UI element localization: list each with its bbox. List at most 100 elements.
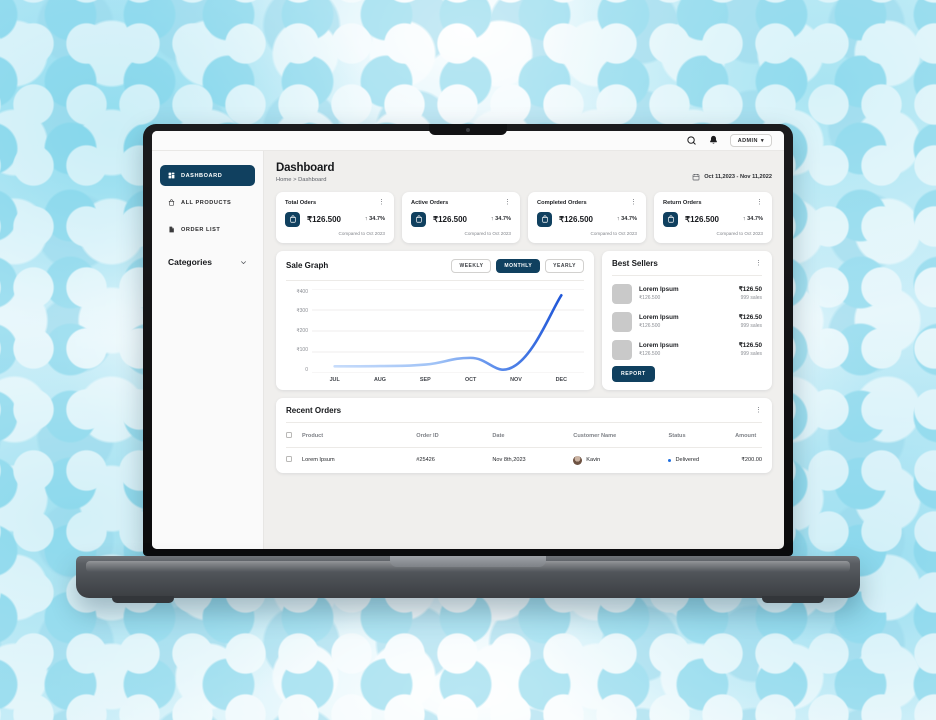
sidebar-item-label: ALL PRODUCTS: [181, 199, 232, 206]
product-amount: ₹126.50: [738, 342, 762, 349]
chart-x-axis: JUL AUG SEP OCT NOV DEC: [312, 377, 584, 383]
breadcrumb: Home > Dashboard: [276, 176, 327, 183]
product-totals: ₹126.50 999 sales: [739, 342, 762, 357]
tab-weekly[interactable]: WEEKLY: [451, 258, 492, 273]
tab-yearly[interactable]: YEARLY: [545, 258, 584, 273]
bag-icon: [411, 211, 426, 227]
stat-card-active-orders[interactable]: Active Orders ⋮ ₹126.500 ↑ 34.7% Compare…: [402, 191, 520, 243]
sidebar-item-dashboard[interactable]: DASHBOARD: [160, 165, 255, 186]
stat-card-header: Return Orders ⋮: [663, 199, 763, 206]
grid-icon: [168, 172, 175, 179]
sidebar: DASHBOARD ALL PRODUCTS ORDER LIST Catego…: [152, 151, 264, 549]
report-button[interactable]: REPORT: [612, 365, 655, 382]
bag-icon: [663, 211, 678, 227]
stat-card-body: ₹126.500 ↑ 34.7%: [285, 211, 385, 227]
tab-monthly[interactable]: MONTHLY: [496, 258, 541, 273]
stat-card-return-orders[interactable]: Return Orders ⋮ ₹126.500 ↑ 34.7% Compare…: [654, 191, 772, 243]
best-sellers-card: Best Sellers ⋮ Lorem Ipsum ₹126.500 ₹126…: [602, 250, 772, 390]
stat-card-total-orders[interactable]: Total Oders ⋮ ₹126.500 ↑ 34.7% Compared …: [276, 191, 394, 243]
y-tick-label: ₹400: [296, 288, 308, 295]
search-icon[interactable]: [686, 135, 697, 146]
more-options-icon[interactable]: ⋮: [378, 199, 385, 206]
column-header-customer: Customer Name: [573, 424, 669, 448]
stat-card-body: ₹126.500 ↑ 34.7%: [411, 211, 511, 227]
column-header-amount: Amount: [735, 424, 762, 448]
column-header-date: Date: [492, 424, 574, 448]
cell-status: Delivered: [668, 447, 735, 473]
chart-y-axis: ₹400 ₹300 ₹200 ₹100 0: [286, 289, 312, 373]
document-icon: [168, 226, 175, 233]
chevron-down-icon: [240, 259, 247, 266]
bag-icon: [285, 211, 300, 227]
admin-menu-button[interactable]: ADMIN ▾: [729, 134, 772, 147]
table-header-row: Product Order ID Date Customer Name Stat…: [286, 424, 762, 448]
product-info: Lorem Ipsum ₹126.500: [639, 342, 732, 357]
stat-card-header: Active Orders ⋮: [411, 199, 511, 206]
stat-delta: ↑ 34.7%: [490, 216, 511, 222]
date-range-picker[interactable]: Oct 11,2023 - Nov 11,2022: [692, 173, 772, 181]
date-range-label: Oct 11,2023 - Nov 11,2022: [704, 174, 772, 180]
stat-subtext: Compared to Oct 2023: [338, 230, 385, 236]
sale-graph-plot-area: ₹400 ₹300 ₹200 ₹100 0: [286, 288, 584, 373]
product-info: Lorem Ipsum ₹126.500: [639, 314, 732, 329]
select-all-checkbox[interactable]: [286, 431, 292, 438]
more-options-icon[interactable]: ⋮: [630, 199, 637, 206]
more-options-icon[interactable]: ⋮: [755, 260, 762, 267]
stat-subtext: Compared to Oct 2023: [716, 230, 763, 236]
product-name: Lorem Ipsum: [639, 314, 679, 321]
status-dot-icon: [668, 458, 672, 462]
x-tick-label: AUG: [374, 376, 386, 383]
sidebar-item-order-list[interactable]: ORDER LIST: [160, 219, 255, 240]
product-price: ₹126.500: [639, 351, 661, 357]
bell-icon[interactable]: [708, 135, 719, 146]
cell-date: Nov 8th,2023: [492, 457, 526, 463]
y-tick-label: 0: [305, 366, 308, 373]
product-sales-count: 999 sales: [740, 351, 762, 357]
product-name: Lorem Ipsum: [639, 342, 679, 349]
bag-icon: [537, 211, 552, 227]
x-tick-label: SEP: [419, 376, 431, 383]
sidebar-item-label: DASHBOARD: [181, 172, 223, 179]
page-header: Dashboard Home > Dashboard Oct 11,2023 -…: [276, 162, 772, 183]
cell-product: Lorem Ipsum: [302, 457, 335, 463]
categories-label: Categories: [168, 257, 212, 267]
stat-card-completed-orders[interactable]: Completed Orders ⋮ ₹126.500 ↑ 34.7% Comp…: [528, 191, 646, 243]
list-item[interactable]: Lorem Ipsum ₹126.500 ₹126.50 999 sales: [612, 311, 762, 332]
laptop-foot-left: [112, 596, 174, 603]
stat-value: ₹126.500: [433, 214, 468, 224]
stat-value: ₹126.500: [685, 214, 720, 224]
sidebar-categories-toggle[interactable]: Categories: [160, 246, 255, 267]
product-info: Lorem Ipsum ₹126.500: [639, 286, 732, 301]
table-row[interactable]: Lorem Ipsum #25426 Nov 8th,2023 Kavin De…: [286, 447, 762, 473]
stat-subtext: Compared to Oct 2023: [464, 230, 511, 236]
recent-orders-table: Product Order ID Date Customer Name Stat…: [286, 424, 762, 473]
laptop-base: [76, 556, 860, 603]
sale-graph-header: Sale Graph WEEKLY MONTHLY YEARLY: [286, 258, 584, 273]
calendar-icon: [692, 173, 700, 181]
laptop-mockup: ADMIN ▾ DASHBOARD ALL PRODUCTS ORDER LIS…: [0, 0, 936, 720]
product-thumbnail: [612, 283, 632, 304]
sidebar-item-all-products[interactable]: ALL PRODUCTS: [160, 192, 255, 213]
table-body: Lorem Ipsum #25426 Nov 8th,2023 Kavin De…: [286, 447, 762, 473]
list-item[interactable]: Lorem Ipsum ₹126.500 ₹126.50 999 sales: [612, 339, 762, 360]
list-item[interactable]: Lorem Ipsum ₹126.500 ₹126.50 999 sales: [612, 283, 762, 304]
x-tick-label: OCT: [464, 376, 477, 383]
status-label: Delivered: [675, 457, 700, 463]
recent-orders-card: Recent Orders ⋮ Product Order ID Date Cu…: [276, 397, 772, 473]
stat-delta: ↑ 34.7%: [616, 216, 637, 222]
sidebar-item-label: ORDER LIST: [181, 226, 221, 233]
recent-orders-title: Recent Orders: [286, 405, 342, 415]
recent-orders-header: Recent Orders ⋮: [286, 406, 762, 415]
chart-plot: [312, 289, 584, 373]
laptop-foot-right: [762, 596, 824, 603]
row-checkbox[interactable]: [286, 456, 292, 462]
more-options-icon[interactable]: ⋮: [504, 199, 511, 206]
laptop-lid: ADMIN ▾ DASHBOARD ALL PRODUCTS ORDER LIS…: [143, 124, 793, 556]
more-options-icon[interactable]: ⋮: [755, 407, 762, 414]
stat-value: ₹126.500: [559, 214, 594, 224]
x-tick-label: JUL: [329, 376, 340, 383]
product-price: ₹126.500: [639, 295, 661, 301]
column-header-order-id: Order ID: [416, 424, 493, 448]
more-options-icon[interactable]: ⋮: [756, 199, 763, 206]
product-name: Lorem Ipsum: [639, 286, 679, 293]
